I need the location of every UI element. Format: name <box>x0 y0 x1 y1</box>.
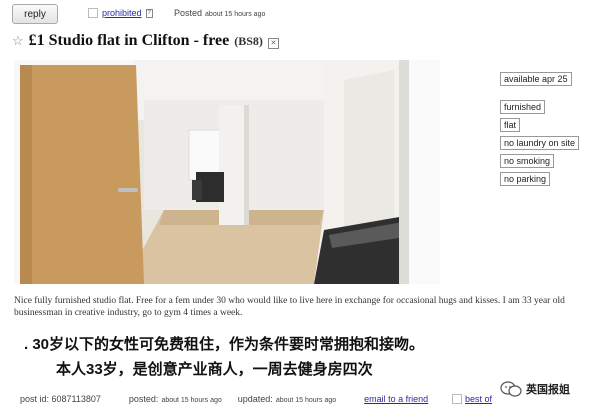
attribute-item: no laundry on site <box>500 136 580 150</box>
footer-posted: posted: about 15 hours ago <box>129 394 222 404</box>
prohibited-flag[interactable]: prohibited ? <box>88 8 153 18</box>
watermark: 英国报姐 <box>500 380 570 398</box>
attribute-item: flat <box>500 118 521 132</box>
post-id: post id: 6087113807 <box>20 394 101 404</box>
posted-time: about 15 hours ago <box>205 11 266 18</box>
info-icon[interactable]: ? <box>145 8 153 18</box>
prohibited-link[interactable]: prohibited <box>102 8 142 18</box>
reply-button[interactable]: reply <box>12 4 58 24</box>
caption-line-1: . 30岁以下的女性可免费租住，作为条件要时常拥抱和接吻。 <box>24 336 425 353</box>
attribute-item: no smoking <box>500 154 555 168</box>
posting-title: £1 Studio flat in Clifton - free <box>28 32 230 49</box>
posting-body: Nice fully furnished studio flat. Free f… <box>14 296 565 318</box>
posting-title-row: ☆ £1 Studio flat in Clifton - free (BS8)… <box>12 32 279 50</box>
posted-info: Posted about 15 hours ago <box>174 8 265 18</box>
footer-updated-time: about 15 hours ago <box>275 397 337 404</box>
star-icon[interactable]: ☆ <box>12 33 24 49</box>
watermark-logo-icon <box>500 381 522 397</box>
posted-label: Posted <box>174 8 203 18</box>
footer-posted-label: posted: <box>128 394 159 404</box>
listing-photo[interactable] <box>14 60 440 284</box>
attribute-list: available apr 25 furnished flat no laund… <box>500 72 596 190</box>
watermark-text: 英国报姐 <box>526 384 570 396</box>
posting-location: (BS8) <box>234 34 263 48</box>
caption-line-2: 本人33岁，是创意产业商人，一周去健身房四次 <box>56 361 373 378</box>
checkbox-icon[interactable] <box>88 8 98 18</box>
footer-posted-time: about 15 hours ago <box>161 397 222 404</box>
attribute-available: available apr 25 <box>500 72 572 86</box>
room-photo-illustration <box>14 60 440 284</box>
best-of-flag[interactable]: best of <box>452 394 492 404</box>
attribute-item: no parking <box>500 172 551 186</box>
posting-footer: post id: 6087113807 posted: about 15 hour… <box>20 394 464 404</box>
email-friend-link[interactable]: email to a friend <box>364 394 428 404</box>
footer-updated-label: updated: <box>237 394 273 404</box>
delete-icon[interactable]: ✕ <box>267 38 279 49</box>
footer-updated: updated: about 15 hours ago <box>238 394 336 404</box>
attribute-item: furnished <box>500 100 546 114</box>
checkbox-icon[interactable] <box>452 394 462 404</box>
best-of-link[interactable]: best of <box>465 394 492 404</box>
